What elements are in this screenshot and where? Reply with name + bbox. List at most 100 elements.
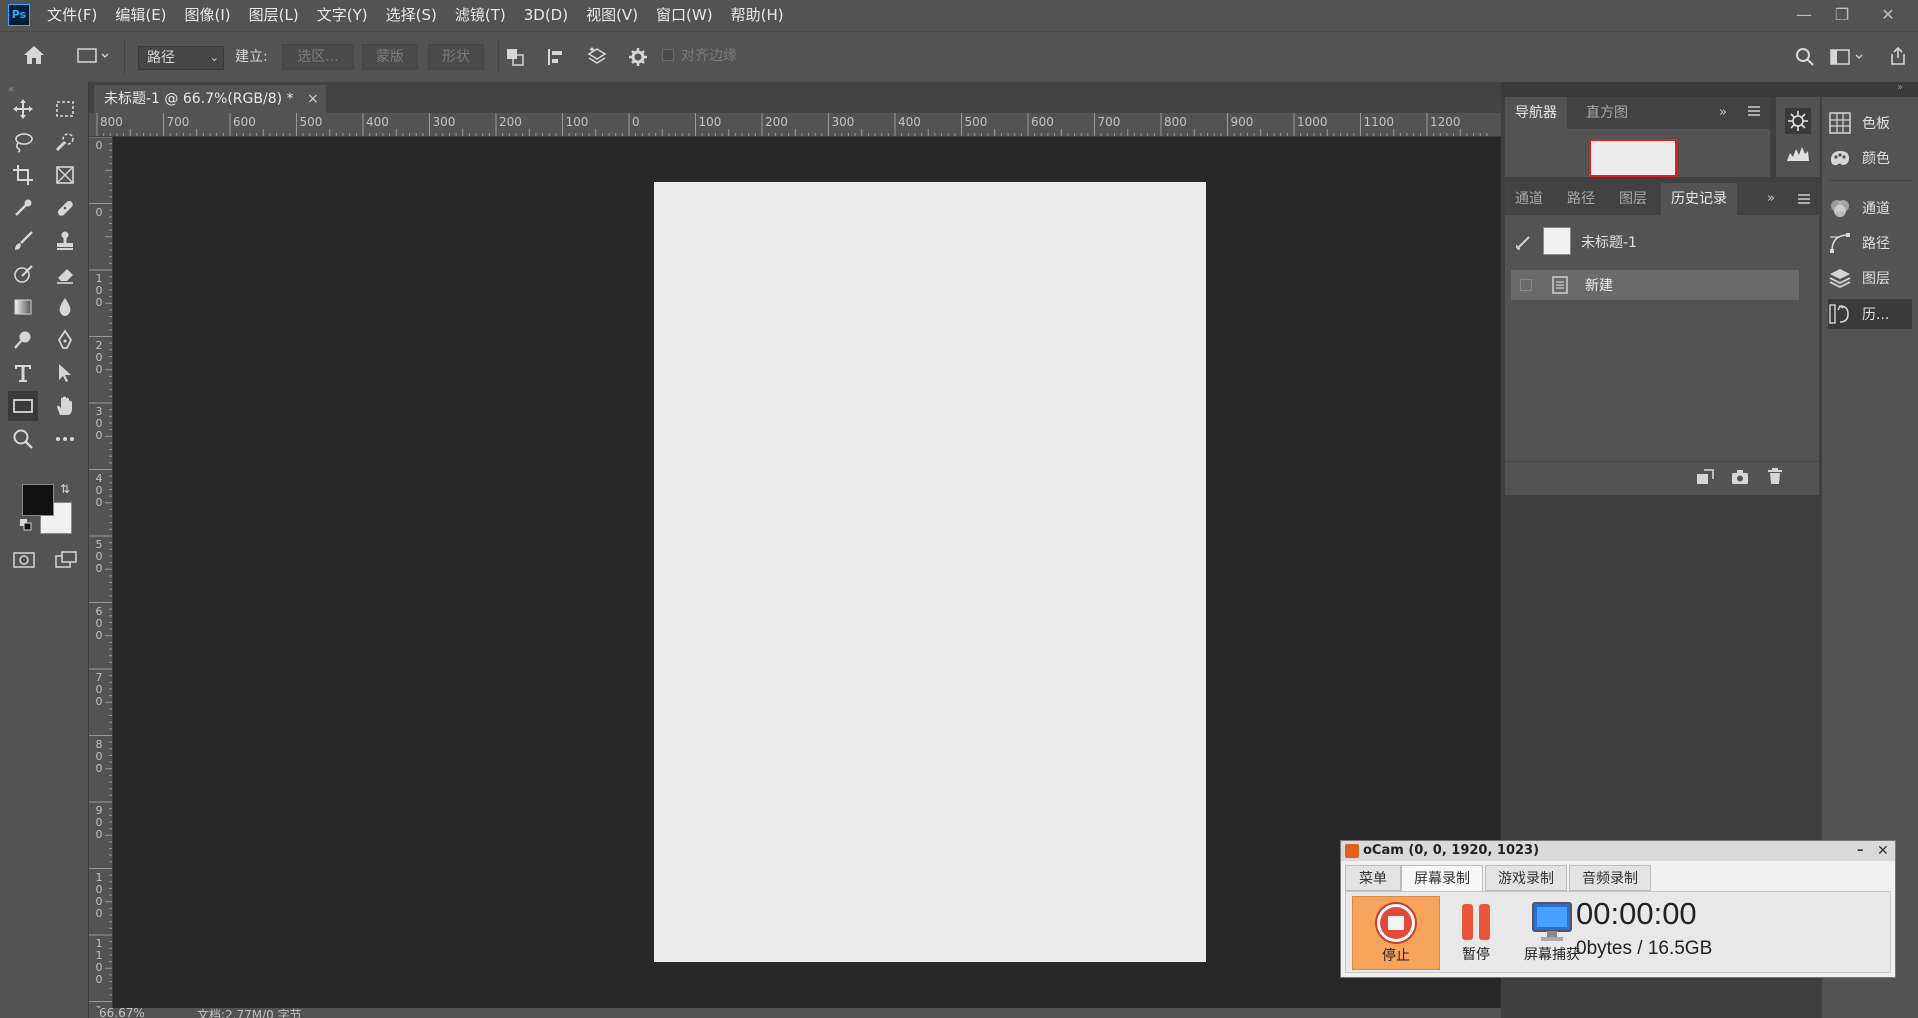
color-icon [1831, 151, 1849, 166]
tab-layers[interactable]: 图层 [1609, 183, 1657, 215]
eraser-tool-icon[interactable] [50, 259, 80, 289]
dock-channels[interactable]: 通道 [1828, 193, 1912, 223]
document-canvas[interactable] [654, 182, 1206, 962]
workspace-icon[interactable] [1830, 48, 1866, 66]
marquee-tool-icon[interactable] [50, 94, 80, 124]
document-info[interactable]: 文档:2.77M/0 字节 [197, 1008, 302, 1018]
blur-tool-icon[interactable] [50, 292, 80, 322]
history-state-row[interactable]: 新建 [1511, 270, 1799, 300]
eyedropper-tool-icon[interactable] [8, 193, 38, 223]
zoom-level[interactable]: 66.67% [99, 1008, 145, 1018]
menu-type[interactable]: 文字(Y) [317, 0, 368, 31]
navigator-icon[interactable] [1785, 108, 1811, 134]
rectangle-tool-preset-icon[interactable] [76, 46, 110, 66]
ocam-minimize-icon[interactable]: – [1857, 841, 1864, 861]
navigator-thumbnail[interactable] [1589, 139, 1677, 177]
crop-tool-icon[interactable] [8, 160, 38, 190]
screen-mode-icon[interactable] [54, 550, 78, 570]
dock-layers[interactable]: 图层 [1828, 263, 1912, 293]
path-alignment-icon[interactable] [546, 47, 566, 67]
swap-colors-icon[interactable]: ⇅ [60, 482, 70, 496]
history-source-checkbox[interactable] [1520, 279, 1532, 291]
brush-tool-icon[interactable] [8, 226, 38, 256]
path-arrangement-icon[interactable] [586, 46, 608, 68]
rectangle-tool-icon[interactable] [8, 391, 38, 421]
create-document-from-state-icon[interactable] [1696, 469, 1714, 485]
dock-history-label: 历... [1862, 307, 1890, 323]
lasso-tool-icon[interactable] [8, 127, 38, 157]
quick-selection-tool-icon[interactable] [50, 127, 80, 157]
document-tab[interactable]: 未标题-1 @ 66.7%(RGB/8) * × [94, 85, 326, 113]
tab-paths[interactable]: 路径 [1557, 183, 1605, 215]
search-icon[interactable] [1795, 47, 1815, 67]
make-mask-button[interactable]: 蒙版 [362, 44, 418, 70]
history-brush-tool-icon[interactable] [8, 259, 38, 289]
ocam-tab-screen-record[interactable]: 屏幕录制 [1401, 865, 1483, 891]
restore-button[interactable]: ❐ [1822, 2, 1862, 28]
frame-tool-icon[interactable] [50, 160, 80, 190]
delete-state-icon[interactable] [1767, 468, 1783, 485]
make-shape-button[interactable]: 形状 [428, 44, 484, 70]
histogram-icon[interactable] [1785, 143, 1811, 163]
dock-paths[interactable]: 路径 [1828, 228, 1912, 258]
default-colors-icon[interactable] [20, 519, 32, 531]
history-snapshot-row[interactable]: 未标题-1 [1511, 227, 1801, 257]
path-selection-tool-icon[interactable] [50, 358, 80, 388]
pen-tool-icon[interactable] [50, 325, 80, 355]
menu-image[interactable]: 图像(I) [185, 0, 231, 31]
tab-histogram[interactable]: 直方图 [1576, 97, 1638, 129]
camera-snapshot-icon[interactable] [1731, 469, 1749, 485]
gear-icon[interactable] [628, 47, 648, 67]
dock-history[interactable]: 历... [1828, 299, 1912, 329]
gradient-tool-icon[interactable] [8, 292, 38, 322]
snapshot-label: 未标题-1 [1581, 235, 1637, 251]
clone-stamp-tool-icon[interactable] [50, 226, 80, 256]
tool-mode-dropdown[interactable]: 路径 ⌄ [138, 46, 224, 70]
menu-layer[interactable]: 图层(L) [249, 0, 299, 31]
close-window-button[interactable]: ✕ [1868, 2, 1908, 28]
expand-history-panel-icon[interactable]: » [1767, 191, 1775, 206]
tab-history[interactable]: 历史记录 [1661, 183, 1737, 215]
make-selection-button[interactable]: 选区... [282, 44, 354, 70]
menu-filter[interactable]: 滤镜(T) [455, 0, 506, 31]
tab-channels[interactable]: 通道 [1505, 183, 1553, 215]
path-operations-icon[interactable] [505, 47, 525, 67]
history-brush-source-icon[interactable] [1515, 233, 1533, 251]
menu-file[interactable]: 文件(F) [47, 0, 97, 31]
hand-tool-icon[interactable] [50, 391, 80, 421]
dock-swatches[interactable]: 色板 [1828, 108, 1912, 138]
ocam-pause-button[interactable]: 暂停 [1446, 896, 1506, 970]
menu-view[interactable]: 视图(V) [586, 0, 638, 31]
expand-panel-icon[interactable]: » [1719, 105, 1727, 120]
ocam-stop-button[interactable]: 停止 [1352, 896, 1440, 970]
ocam-title-bar[interactable]: oCam (0, 0, 1920, 1023) – ✕ [1341, 841, 1895, 861]
ocam-tab-audio-record[interactable]: 音频录制 [1569, 865, 1651, 891]
minimize-button[interactable]: — [1784, 2, 1824, 28]
collapse-panels-icon[interactable]: » [1897, 82, 1903, 93]
dodge-tool-icon[interactable] [8, 325, 38, 355]
quick-mask-icon[interactable] [12, 550, 36, 570]
type-tool-icon[interactable] [8, 358, 38, 388]
dock-color[interactable]: 颜色 [1828, 143, 1912, 173]
menu-window[interactable]: 窗口(W) [656, 0, 713, 31]
history-panel-menu-icon[interactable] [1797, 192, 1811, 206]
menu-select[interactable]: 选择(S) [386, 0, 437, 31]
share-icon[interactable] [1888, 46, 1908, 66]
zoom-tool-icon[interactable] [8, 424, 38, 454]
menu-edit[interactable]: 编辑(E) [115, 0, 166, 31]
ocam-tab-game-record[interactable]: 游戏录制 [1485, 865, 1567, 891]
ocam-tab-menu[interactable]: 菜单 [1345, 865, 1401, 891]
panel-menu-icon[interactable] [1747, 104, 1761, 118]
home-icon[interactable] [22, 44, 46, 66]
ruler-label: 200 [95, 338, 103, 376]
move-tool-icon[interactable] [8, 94, 38, 124]
healing-brush-tool-icon[interactable] [50, 193, 80, 223]
ocam-close-icon[interactable]: ✕ [1877, 841, 1889, 861]
tab-navigator[interactable]: 导航器 [1505, 97, 1567, 129]
align-edges-checkbox[interactable] [662, 49, 674, 61]
more-tools-icon[interactable] [50, 424, 80, 454]
close-tab-icon[interactable]: × [307, 85, 319, 113]
menu-help[interactable]: 帮助(H) [731, 0, 784, 31]
menu-3d[interactable]: 3D(D) [524, 0, 568, 31]
ruler-label: 800 [95, 737, 103, 775]
